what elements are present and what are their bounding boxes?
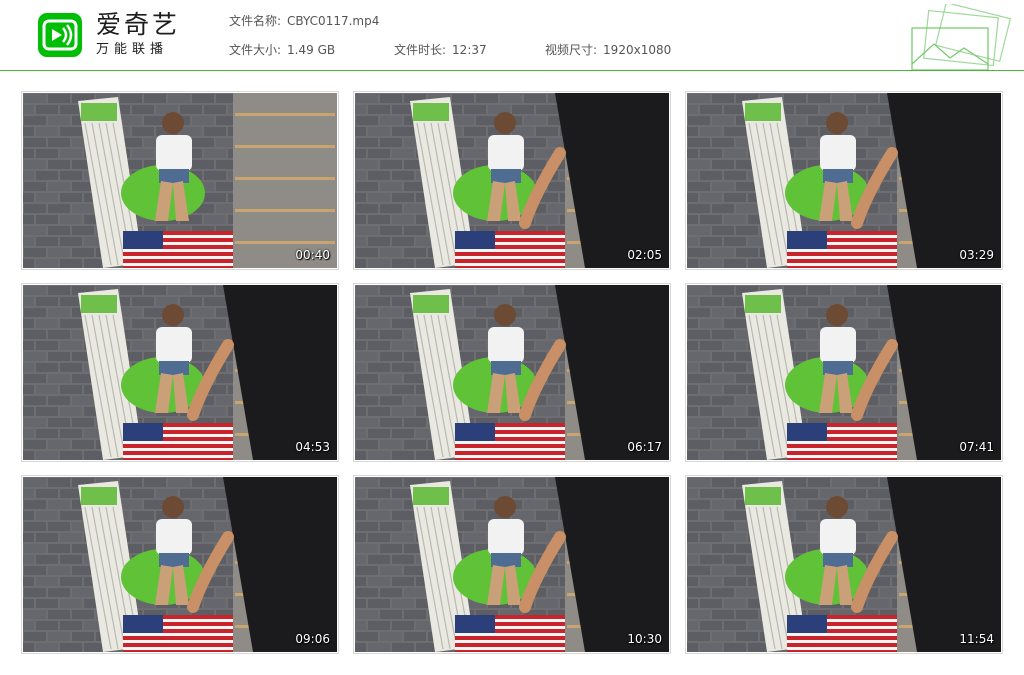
brand-subtitle: 万能联播 [96, 42, 169, 57]
file-name-label: 文件名称: [229, 14, 282, 28]
thumbnail-timestamp: 10:30 [627, 632, 662, 646]
file-duration-field: 文件时长: 12:37 [394, 43, 487, 57]
thumbnail[interactable]: 10:30 [353, 475, 671, 654]
video-frame [23, 93, 337, 268]
thumbnail[interactable]: 07:41 [685, 283, 1003, 462]
file-size-field: 文件大小: 1.49 GB [229, 43, 335, 57]
thumbnail-timestamp: 06:17 [627, 440, 662, 454]
thumbnail[interactable]: 02:05 [353, 91, 671, 270]
thumbnail-timestamp: 03:29 [959, 248, 994, 262]
thumbnail-timestamp: 02:05 [627, 248, 662, 262]
thumbnail[interactable]: 03:29 [685, 91, 1003, 270]
thumbnail[interactable]: 04:53 [21, 283, 339, 462]
video-frame [355, 477, 669, 652]
iqiyi-logo-icon [38, 13, 82, 57]
file-size-value: 1.49 GB [287, 43, 336, 57]
thumbnail[interactable]: 06:17 [353, 283, 671, 462]
thumbnail-timestamp: 09:06 [295, 632, 330, 646]
video-frame [23, 477, 337, 652]
brand-name: 爱奇艺 [96, 10, 181, 39]
file-name-value: CBYC0117.mp4 [287, 14, 380, 28]
file-resolution-label: 视频尺寸: [545, 43, 598, 57]
thumbnail-timestamp: 04:53 [295, 440, 330, 454]
photo-stack-icon [906, 1, 1016, 74]
header-divider [0, 70, 1024, 71]
file-duration-value: 12:37 [452, 43, 487, 57]
thumbnail-timestamp: 00:40 [295, 248, 330, 262]
thumbnail[interactable]: 11:54 [685, 475, 1003, 654]
brand: 爱奇艺 万能联播 [96, 11, 196, 58]
video-frame [687, 285, 1001, 460]
video-frame [23, 285, 337, 460]
thumbnail-timestamp: 07:41 [959, 440, 994, 454]
file-size-label: 文件大小: [229, 43, 282, 57]
thumbnail[interactable]: 09:06 [21, 475, 339, 654]
video-frame [687, 477, 1001, 652]
file-resolution-value: 1920x1080 [603, 43, 672, 57]
thumbnail[interactable]: 00:40 [21, 91, 339, 270]
thumbnail-timestamp: 11:54 [959, 632, 994, 646]
video-frame [355, 93, 669, 268]
file-resolution-field: 视频尺寸: 1920x1080 [545, 43, 671, 57]
video-frame [687, 93, 1001, 268]
video-frame [355, 285, 669, 460]
file-duration-label: 文件时长: [394, 43, 447, 57]
file-name-field: 文件名称: CBYC0117.mp4 [229, 14, 379, 28]
header: 爱奇艺 万能联播 文件名称: CBYC0117.mp4 文件大小: 1.49 GB … [0, 0, 1024, 71]
